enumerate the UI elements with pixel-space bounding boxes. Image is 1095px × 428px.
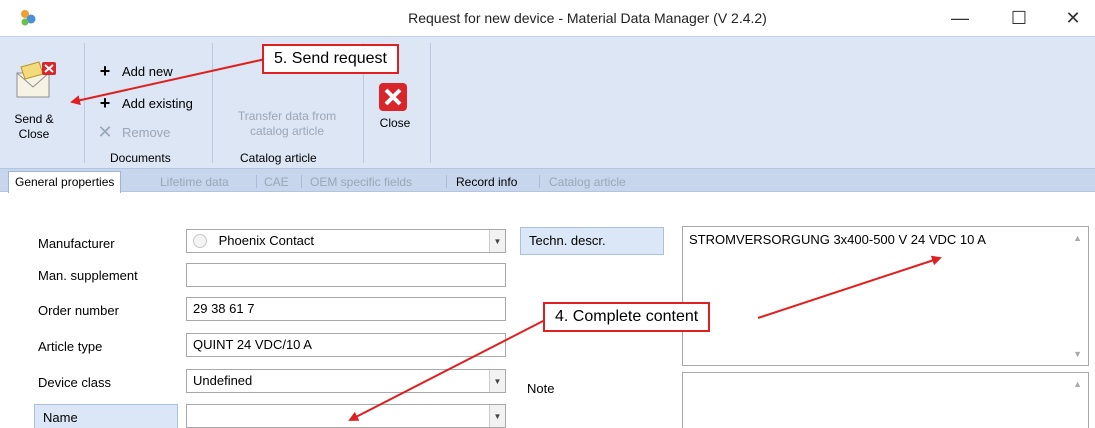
complete-content-text: 4. Complete content: [555, 308, 699, 325]
request-window: Request for new device - Material Data M…: [0, 0, 1095, 428]
send-request-callout: 5. Send request: [262, 44, 399, 74]
complete-content-callout: 4. Complete content: [543, 302, 711, 332]
arrow-to-send-close: [70, 57, 271, 106]
arrow-to-techn-descr: [757, 255, 942, 319]
annotation-arrows: [70, 57, 942, 421]
arrow-to-name: [348, 319, 546, 421]
